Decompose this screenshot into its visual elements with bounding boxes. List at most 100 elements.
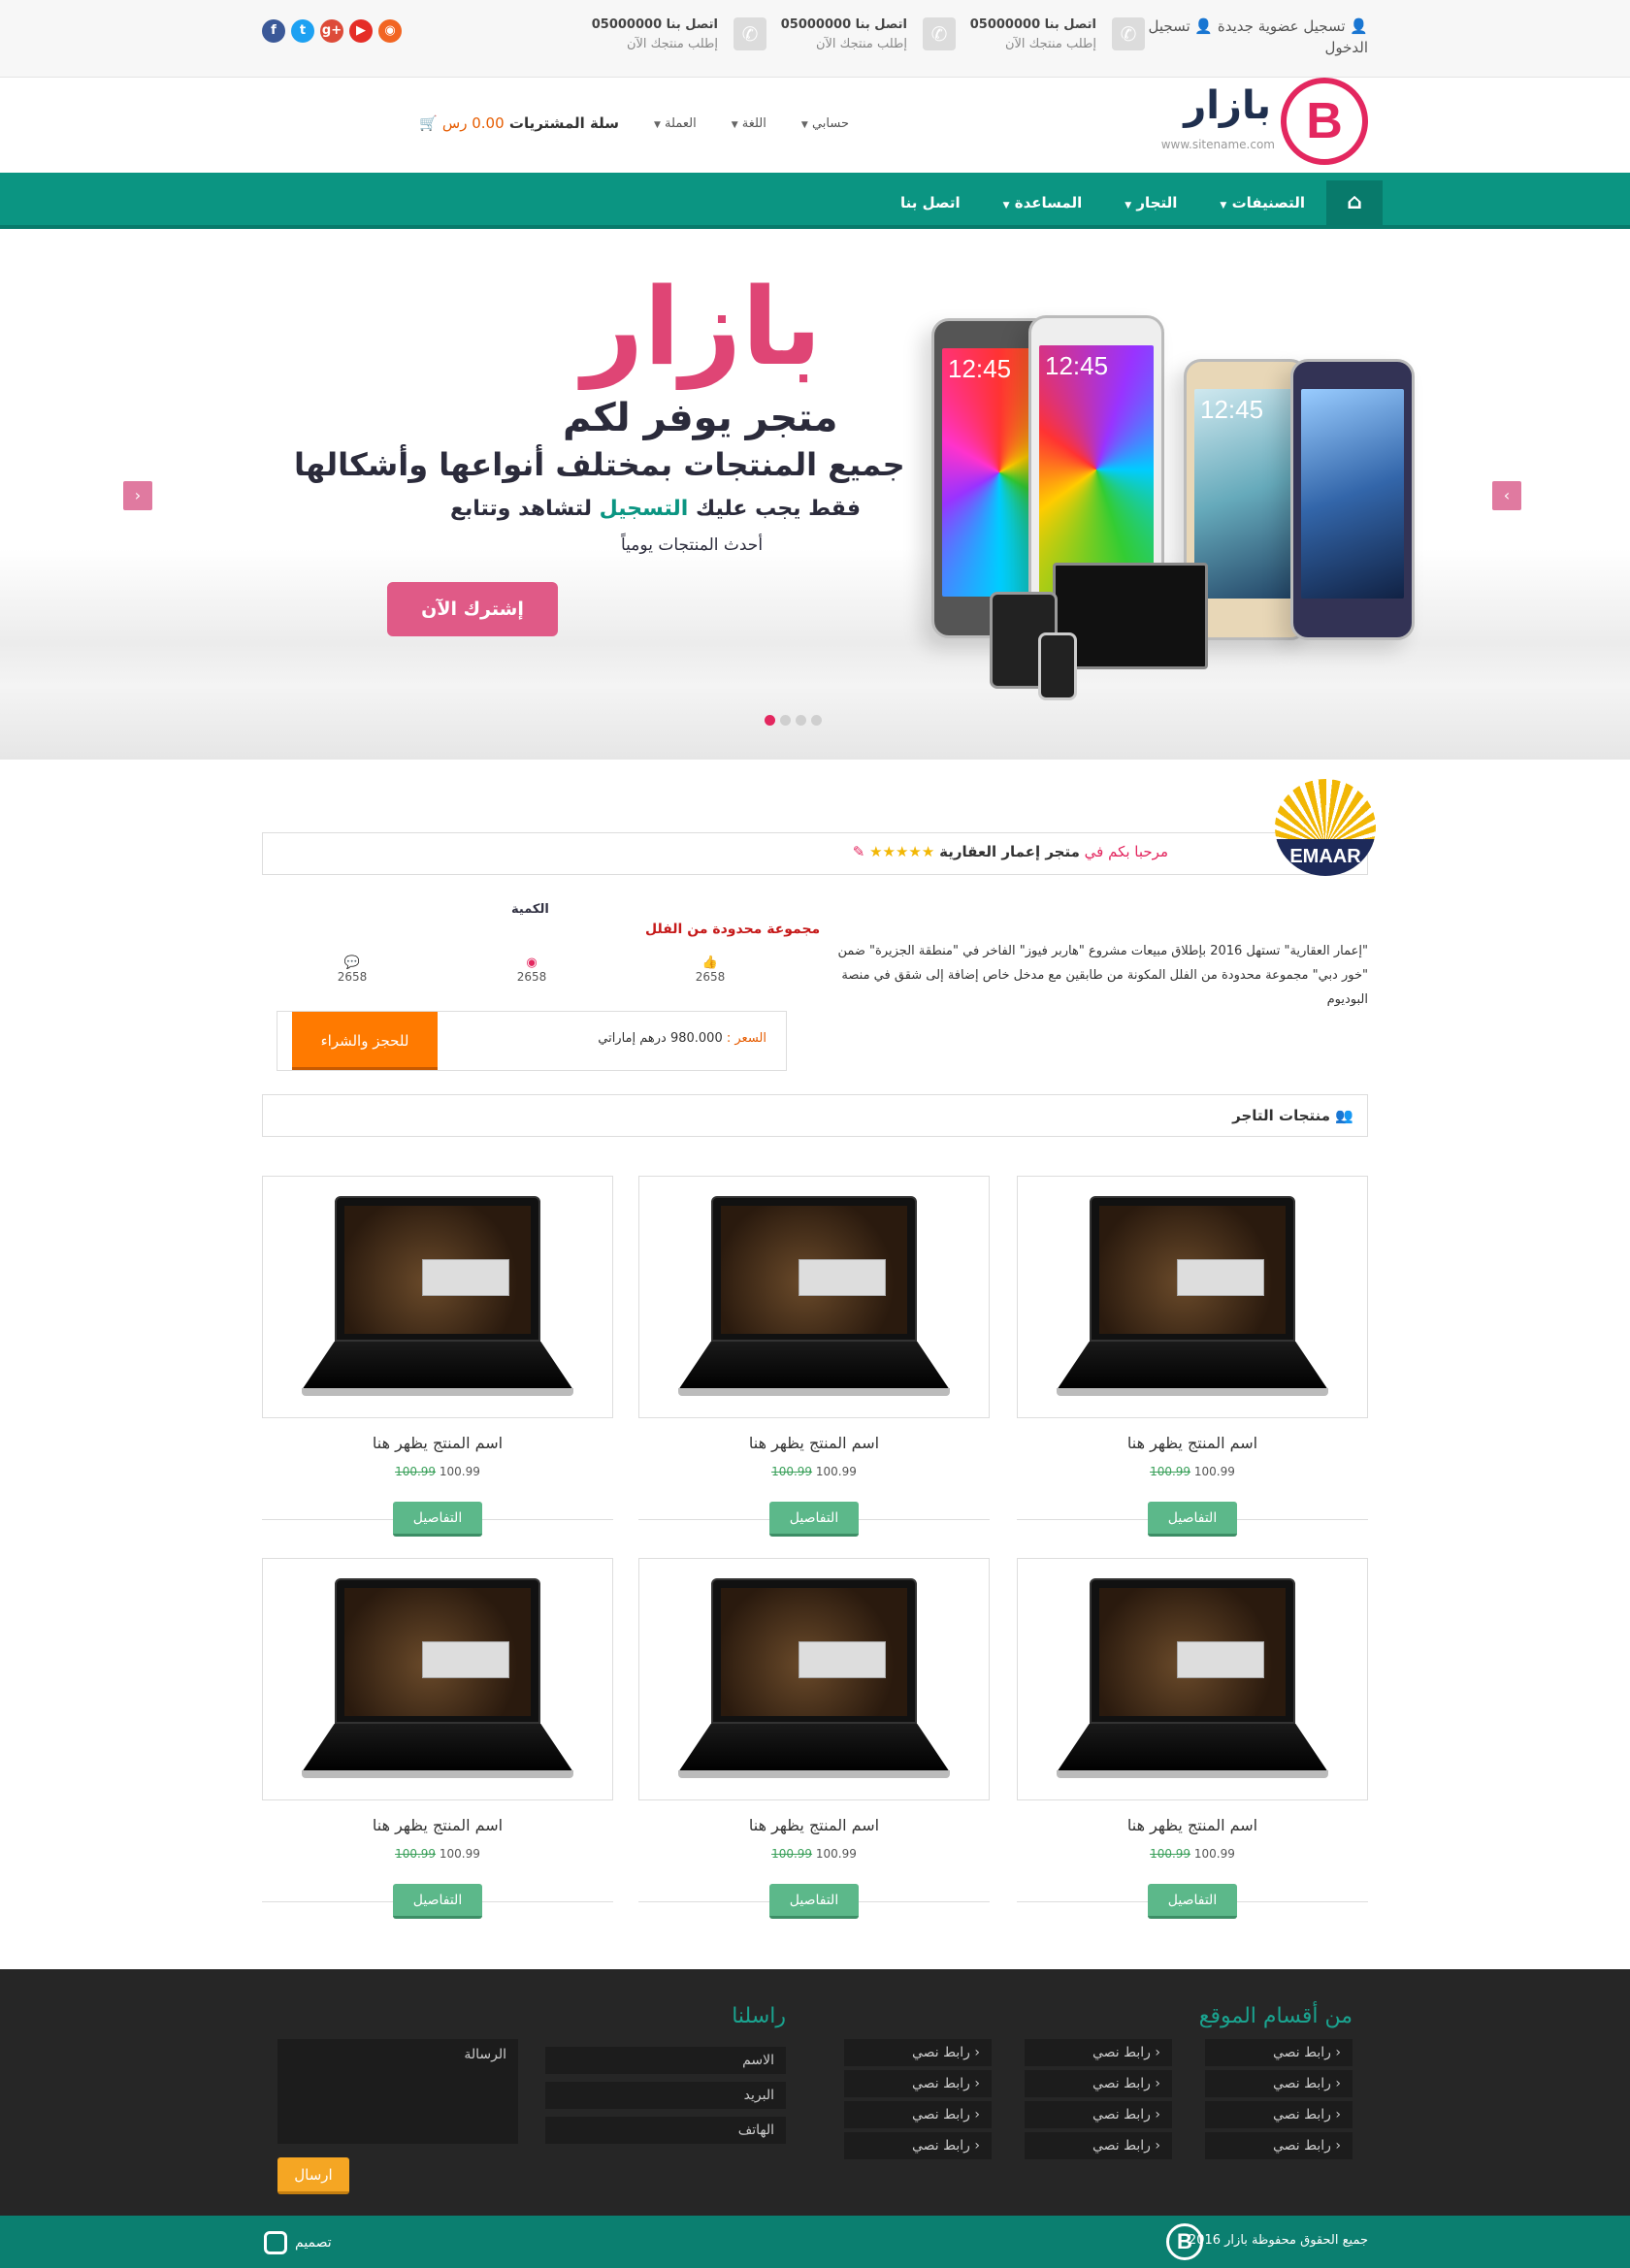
slider-prev-arrow[interactable]: ‹ — [123, 481, 152, 510]
nav-item-merchants[interactable]: التجار ▼ — [1103, 180, 1198, 225]
footer-link[interactable]: ‹ رابط نصي — [844, 2101, 992, 2128]
youtube-icon[interactable]: ▶ — [349, 19, 373, 43]
laptop-image — [678, 1196, 950, 1402]
account-dropdown[interactable]: حسابي ▼ — [801, 116, 849, 131]
nav-item-help[interactable]: المساعدة ▼ — [982, 180, 1104, 225]
chevron-left-icon: ‹ — [969, 2107, 980, 2122]
laptop-screen — [344, 1588, 531, 1716]
laptop-image — [1057, 1578, 1328, 1784]
bottom-bar: جميع الحقوق محفوظة بازار 2016 B تصميم — [0, 2216, 1630, 2268]
rss-icon[interactable]: ◉ — [378, 19, 402, 43]
chevron-down-icon: ▼ — [1002, 201, 1010, 211]
footer-link[interactable]: ‹ رابط نصي — [1205, 2039, 1353, 2066]
slider-dot[interactable] — [780, 715, 791, 726]
details-button[interactable]: التفاصيل — [393, 1884, 482, 1919]
footer-link[interactable]: ‹ رابط نصي — [1025, 2039, 1172, 2066]
product-price: 100.99 100.99 — [638, 1847, 990, 1861]
details-button[interactable]: التفاصيل — [393, 1502, 482, 1537]
footer-link[interactable]: ‹ رابط نصي — [1025, 2070, 1172, 2097]
details-button[interactable]: التفاصيل — [769, 1502, 859, 1537]
register-highlight: التسجيل — [599, 497, 689, 521]
nav-item-contact[interactable]: اتصل بنا — [879, 180, 982, 225]
footer-link[interactable]: ‹ رابط نصي — [1025, 2101, 1172, 2128]
price: السعر : 980.000 درهم إماراتي — [598, 1031, 766, 1046]
footer-link[interactable]: ‹ رابط نصي — [844, 2132, 992, 2159]
email-input[interactable]: البريد — [545, 2082, 786, 2109]
slider-dot-active[interactable] — [765, 715, 775, 726]
nav-item-categories[interactable]: التصنيفات ▼ — [1198, 180, 1326, 225]
phone-contact-2: ✆ اتصل بنا 05000000 إطلب منتجك الآن — [771, 17, 956, 60]
vendor-name[interactable]: متجر إعمار العقارية — [939, 843, 1080, 860]
section-title-text: منتجات التاجر — [1232, 1107, 1331, 1124]
edit-icon[interactable]: ✎ — [853, 843, 865, 860]
laptop-screen — [1099, 1588, 1286, 1716]
cart-link[interactable]: سلة المشتريات 0.00 رس 🛒 — [419, 114, 619, 132]
facebook-icon[interactable]: f — [262, 19, 285, 43]
design-label: تصميم — [295, 2235, 332, 2251]
footer-link[interactable]: ‹ رابط نصي — [844, 2070, 992, 2097]
chevron-left-icon: ‹ — [1150, 2076, 1160, 2091]
site-logo[interactable]: B بازار www.sitename.com — [1160, 78, 1368, 165]
account-label: حسابي — [811, 115, 849, 131]
site-url: www.sitename.com — [1160, 138, 1275, 151]
home-icon[interactable]: ⌂ — [1326, 180, 1383, 225]
footer-link[interactable]: ‹ رابط نصي — [1205, 2132, 1353, 2159]
product-name[interactable]: اسم المنتج يظهر هنا — [638, 1816, 990, 1834]
currency-dropdown[interactable]: العملة ▼ — [654, 116, 697, 131]
laptop-edge — [302, 1770, 573, 1778]
details-button[interactable]: التفاصيل — [769, 1884, 859, 1919]
product-card: اسم المنتج يظهر هنا 100.99 100.99 التفاصيل — [1017, 1558, 1368, 1930]
cart-icon: 🛒 — [419, 114, 438, 132]
laptop-edge — [1057, 1388, 1328, 1396]
copyright-text: جميع الحقوق محفوظة بازار 2016 — [1188, 2233, 1368, 2248]
product-image[interactable] — [1017, 1176, 1368, 1418]
twitter-icon[interactable]: t — [291, 19, 314, 43]
footer-logo: B — [1166, 2223, 1203, 2260]
slider-dot[interactable] — [796, 715, 806, 726]
comments-count: 2658 — [337, 970, 368, 984]
register-link[interactable]: تسجيل عضوية جديدة — [1218, 17, 1346, 35]
price-box: السعر : 980.000 درهم إماراتي للحجز والشر… — [277, 1011, 787, 1071]
slider-next-arrow[interactable]: › — [1492, 481, 1521, 510]
phone-input[interactable]: الهاتف — [545, 2117, 786, 2144]
details-button[interactable]: التفاصيل — [1148, 1884, 1237, 1919]
product-price: 100.99 100.99 — [262, 1847, 613, 1861]
send-button[interactable]: ارسال — [277, 2157, 349, 2194]
product-price: 100.99 100.99 — [1017, 1465, 1368, 1478]
product-card: اسم المنتج يظهر هنا 100.99 100.99 التفاصيل — [262, 1558, 613, 1930]
product-card: اسم المنتج يظهر هنا 100.99 100.99 التفاصيل — [1017, 1176, 1368, 1548]
google-plus-icon[interactable]: g+ — [320, 19, 343, 43]
footer-link[interactable]: ‹ رابط نصي — [844, 2039, 992, 2066]
phone-title: اتصل بنا 05000000 — [969, 17, 1096, 32]
name-input[interactable]: الاسم — [545, 2047, 786, 2074]
designer-credit[interactable]: تصميم — [264, 2231, 332, 2254]
product-name[interactable]: اسم المنتج يظهر هنا — [1017, 1816, 1368, 1834]
product-card: اسم المنتج يظهر هنا 100.99 100.99 التفاصيل — [638, 1558, 990, 1930]
current-price: 100.99 — [439, 1465, 480, 1478]
chevron-left-icon: ‹ — [1330, 2138, 1341, 2154]
footer-link-text: رابط نصي — [911, 2076, 970, 2091]
language-dropdown[interactable]: اللغة ▼ — [732, 116, 766, 131]
product-name[interactable]: اسم المنتج يظهر هنا — [638, 1434, 990, 1452]
product-card: اسم المنتج يظهر هنا 100.99 100.99 التفاصيل — [638, 1176, 990, 1548]
slider-line-4: أحدث المنتجات يومياً — [621, 535, 764, 555]
product-image[interactable] — [638, 1176, 990, 1418]
product-image[interactable] — [262, 1176, 613, 1418]
footer-link-text: رابط نصي — [1272, 2107, 1331, 2122]
chevron-left-icon: ‹ — [1330, 2076, 1341, 2091]
message-textarea[interactable]: الرسالة — [277, 2039, 518, 2144]
footer-link[interactable]: ‹ رابط نصي — [1205, 2070, 1353, 2097]
product-name[interactable]: اسم المنتج يظهر هنا — [1017, 1434, 1368, 1452]
footer-link[interactable]: ‹ رابط نصي — [1025, 2132, 1172, 2159]
subscribe-button[interactable]: إشترك الآن — [387, 582, 558, 636]
product-name[interactable]: اسم المنتج يظهر هنا — [262, 1816, 613, 1834]
product-image[interactable] — [1017, 1558, 1368, 1800]
product-name[interactable]: اسم المنتج يظهر هنا — [262, 1434, 613, 1452]
footer-link[interactable]: ‹ رابط نصي — [1205, 2101, 1353, 2128]
details-button[interactable]: التفاصيل — [1148, 1502, 1237, 1537]
product-image[interactable] — [262, 1558, 613, 1800]
slider-dot[interactable] — [811, 715, 822, 726]
product-image[interactable] — [638, 1558, 990, 1800]
views-stat: ◉ 2658 — [503, 956, 561, 984]
book-buy-button[interactable]: للحجز والشراء — [292, 1012, 438, 1070]
